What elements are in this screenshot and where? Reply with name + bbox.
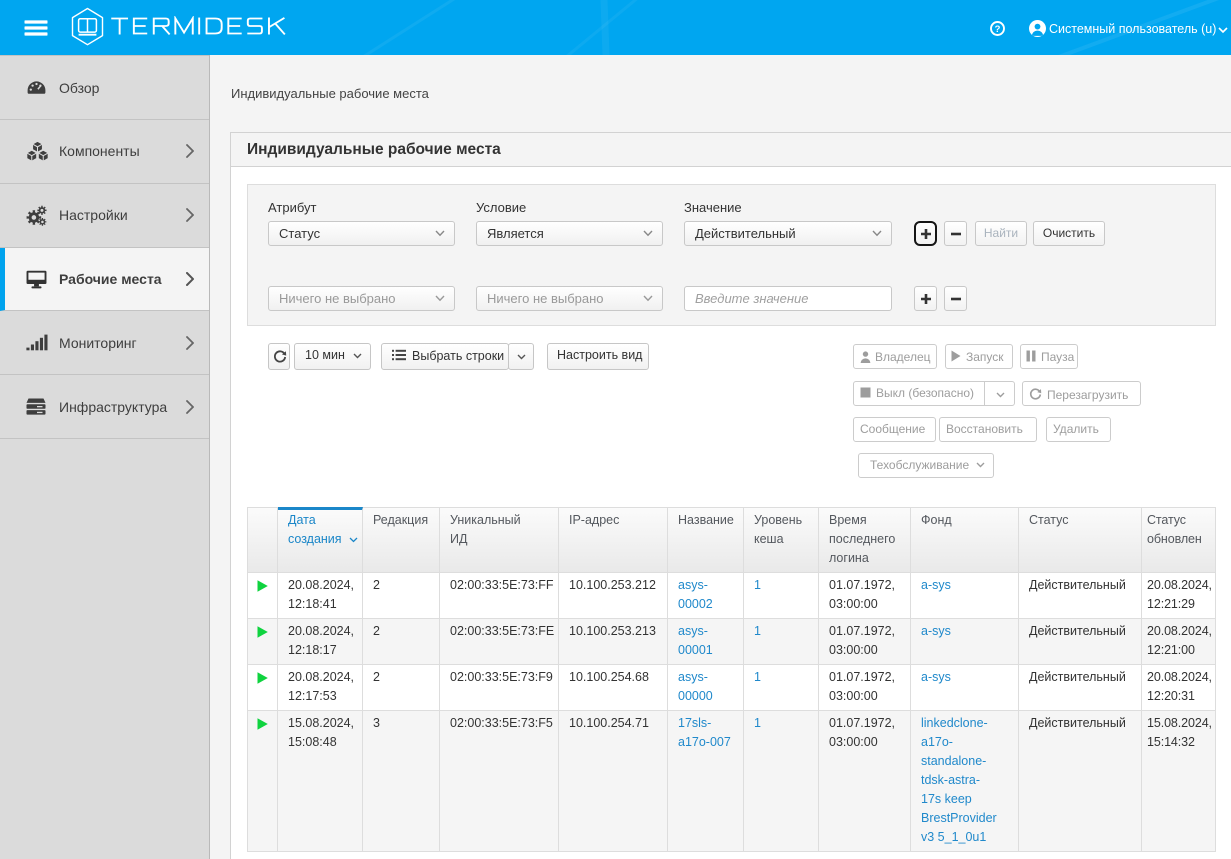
- svg-text:?: ?: [995, 24, 1001, 35]
